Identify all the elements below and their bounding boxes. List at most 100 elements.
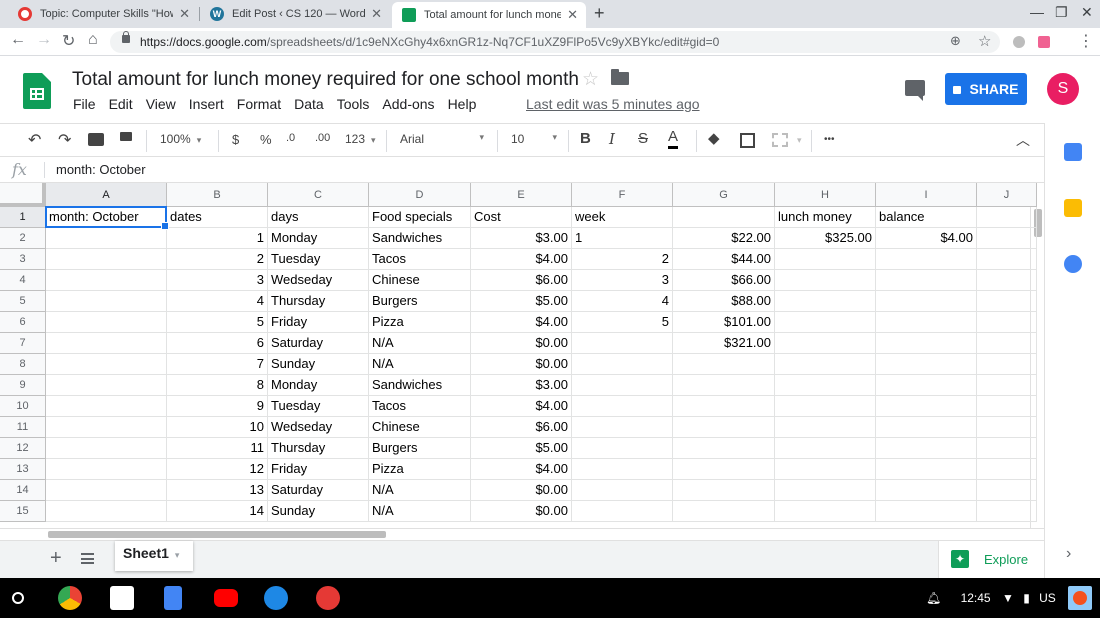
spreadsheet-grid[interactable]: A B C D E F G H I J 1 month: October dates days Food s… bbox=[0, 183, 1044, 528]
header-cell[interactable]: dates bbox=[167, 207, 268, 228]
row-header[interactable]: 5 bbox=[0, 291, 46, 312]
table-cell[interactable] bbox=[775, 396, 876, 417]
forward-icon[interactable]: → bbox=[36, 31, 52, 49]
header-cell[interactable]: balance bbox=[876, 207, 977, 228]
header-cell[interactable]: Cost bbox=[471, 207, 572, 228]
keep-icon[interactable] bbox=[1064, 199, 1082, 217]
table-cell[interactable] bbox=[775, 417, 876, 438]
table-cell[interactable]: 3 bbox=[167, 270, 268, 291]
table-cell[interactable] bbox=[572, 438, 673, 459]
menu-help[interactable]: Help bbox=[448, 96, 477, 112]
table-cell[interactable] bbox=[46, 228, 167, 249]
fill-color-icon[interactable]: ◆ bbox=[708, 129, 720, 147]
zoom-dropdown[interactable]: 100% ▾ bbox=[160, 132, 201, 146]
table-cell[interactable] bbox=[977, 228, 1037, 249]
table-cell[interactable] bbox=[775, 312, 876, 333]
table-cell[interactable]: Burgers bbox=[369, 291, 471, 312]
format-percent-button[interactable]: % bbox=[260, 132, 272, 147]
table-cell[interactable]: Saturday bbox=[268, 480, 369, 501]
table-cell[interactable]: Saturday bbox=[268, 333, 369, 354]
minimize-icon[interactable]: — bbox=[1030, 4, 1044, 20]
column-header-b[interactable]: B bbox=[167, 183, 268, 207]
table-cell[interactable]: 11 bbox=[167, 438, 268, 459]
table-cell[interactable] bbox=[977, 249, 1037, 270]
row-header[interactable]: 15 bbox=[0, 501, 46, 522]
table-cell[interactable]: Thursday bbox=[268, 438, 369, 459]
table-cell[interactable]: $4.00 bbox=[471, 249, 572, 270]
table-cell[interactable] bbox=[876, 375, 977, 396]
strikethrough-icon[interactable]: S bbox=[638, 130, 648, 147]
chrome-icon[interactable] bbox=[58, 586, 82, 610]
table-cell[interactable] bbox=[673, 375, 775, 396]
table-cell[interactable] bbox=[775, 291, 876, 312]
menu-format[interactable]: Format bbox=[237, 96, 281, 112]
folder-icon[interactable] bbox=[611, 69, 629, 85]
table-cell[interactable]: $0.00 bbox=[471, 354, 572, 375]
table-cell[interactable] bbox=[775, 459, 876, 480]
table-cell[interactable] bbox=[876, 438, 977, 459]
column-header-e[interactable]: E bbox=[471, 183, 572, 207]
table-cell[interactable]: Thursday bbox=[268, 291, 369, 312]
row-header[interactable]: 2 bbox=[0, 228, 46, 249]
menu-tools[interactable]: Tools bbox=[337, 96, 370, 112]
table-cell[interactable] bbox=[673, 417, 775, 438]
gmail-icon[interactable] bbox=[110, 586, 134, 610]
table-cell[interactable]: 1 bbox=[167, 228, 268, 249]
italic-icon[interactable]: I bbox=[609, 130, 615, 148]
user-avatar-icon[interactable] bbox=[1068, 586, 1092, 610]
table-cell[interactable] bbox=[876, 396, 977, 417]
table-cell[interactable]: $6.00 bbox=[471, 417, 572, 438]
table-cell[interactable] bbox=[572, 396, 673, 417]
table-cell[interactable]: 2 bbox=[572, 249, 673, 270]
table-cell[interactable] bbox=[673, 480, 775, 501]
table-cell[interactable] bbox=[46, 459, 167, 480]
table-cell[interactable]: Tacos bbox=[369, 249, 471, 270]
table-cell[interactable] bbox=[572, 480, 673, 501]
table-cell[interactable]: 3 bbox=[572, 270, 673, 291]
table-cell[interactable] bbox=[572, 333, 673, 354]
table-cell[interactable] bbox=[977, 459, 1037, 480]
column-header-j[interactable]: J bbox=[977, 183, 1037, 207]
table-cell[interactable]: Monday bbox=[268, 375, 369, 396]
screenshot-app-icon[interactable] bbox=[316, 586, 340, 610]
text-color-icon[interactable]: A bbox=[668, 128, 679, 149]
table-cell[interactable]: 12 bbox=[167, 459, 268, 480]
close-tab-icon[interactable]: ✕ bbox=[371, 6, 382, 22]
extension-icon[interactable] bbox=[1038, 36, 1050, 48]
table-cell[interactable] bbox=[876, 480, 977, 501]
header-cell[interactable]: week bbox=[572, 207, 673, 228]
table-cell[interactable] bbox=[673, 438, 775, 459]
undo-icon[interactable]: ↶ bbox=[28, 130, 41, 150]
table-cell[interactable] bbox=[876, 459, 977, 480]
sheet-tab[interactable]: Sheet1 ▾ bbox=[115, 541, 193, 571]
table-cell[interactable] bbox=[673, 396, 775, 417]
table-cell[interactable] bbox=[46, 291, 167, 312]
table-cell[interactable]: 9 bbox=[167, 396, 268, 417]
table-cell[interactable]: $3.00 bbox=[471, 228, 572, 249]
table-cell[interactable] bbox=[775, 501, 876, 522]
font-size-dropdown[interactable]: 10 ▾ bbox=[511, 132, 557, 146]
table-cell[interactable]: Chinese bbox=[369, 417, 471, 438]
table-cell[interactable]: $4.00 bbox=[471, 396, 572, 417]
row-header[interactable]: 1 bbox=[0, 207, 46, 228]
system-tray[interactable]: 🔔︎ 12:45 ▼ ▮ US bbox=[926, 591, 1056, 605]
table-cell[interactable] bbox=[977, 291, 1037, 312]
increase-decimal-button[interactable]: .00 bbox=[315, 132, 330, 144]
table-cell[interactable]: Sandwiches bbox=[369, 375, 471, 396]
close-window-icon[interactable]: ✕ bbox=[1081, 4, 1093, 21]
table-cell[interactable]: Burgers bbox=[369, 438, 471, 459]
menu-data[interactable]: Data bbox=[294, 96, 324, 112]
row-header[interactable]: 7 bbox=[0, 333, 46, 354]
table-cell[interactable] bbox=[46, 501, 167, 522]
extension-icon[interactable] bbox=[1013, 36, 1025, 48]
bookmark-star-icon[interactable]: ☆ bbox=[978, 32, 991, 50]
merge-cells-icon[interactable] bbox=[772, 133, 788, 147]
table-cell[interactable] bbox=[775, 333, 876, 354]
table-cell[interactable]: Wedseday bbox=[268, 417, 369, 438]
table-cell[interactable]: 5 bbox=[572, 312, 673, 333]
table-cell[interactable] bbox=[572, 417, 673, 438]
table-cell[interactable]: $4.00 bbox=[876, 228, 977, 249]
reload-icon[interactable]: ↻ bbox=[62, 31, 75, 51]
table-cell[interactable]: Pizza bbox=[369, 312, 471, 333]
table-cell[interactable] bbox=[775, 438, 876, 459]
